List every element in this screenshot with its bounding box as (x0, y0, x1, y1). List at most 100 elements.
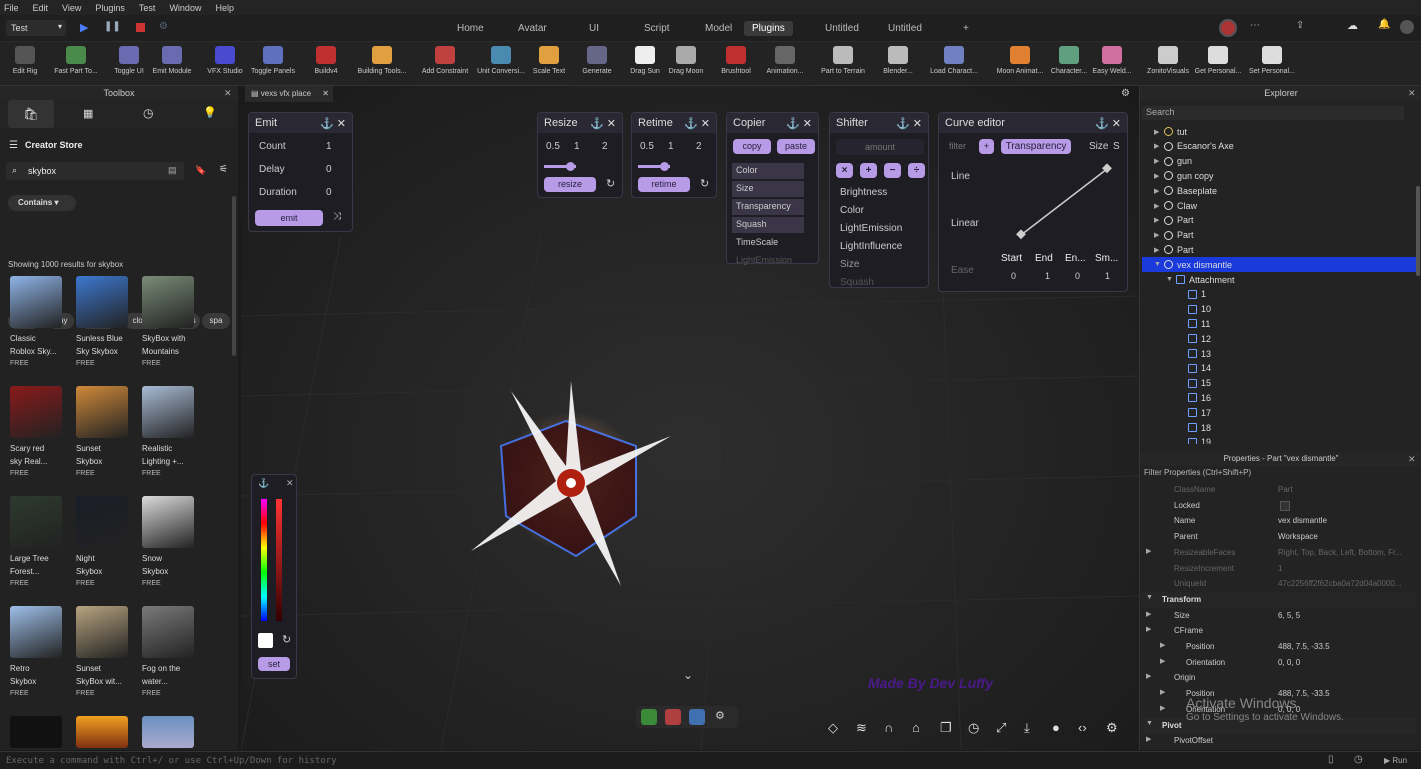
skybox-thumb[interactable] (10, 386, 62, 438)
copier-item[interactable]: LightEmission (732, 253, 804, 269)
tab-plugins[interactable]: Plugins (744, 21, 793, 36)
menu-item-help[interactable]: Help (215, 3, 234, 13)
tree-row[interactable]: ▶ Baseplate (1142, 183, 1416, 198)
curve-tab-s[interactable]: S (1113, 141, 1120, 152)
doc-tab[interactable]: ▤ vexs vfx place ✕ (245, 86, 333, 102)
tree-row[interactable]: ▶ gun copy (1142, 168, 1416, 183)
settings-icon[interactable]: ⚙ (159, 21, 168, 32)
prop-row[interactable]: UniqueId 47c2256ff2f62cba0a72d04a0000... (1142, 576, 1416, 592)
curve-type-linear[interactable]: Linear (951, 218, 979, 229)
prop-row[interactable]: ResizeIncrement 1 (1142, 561, 1416, 577)
menu-item-edit[interactable]: Edit (33, 3, 49, 13)
menu-item-plugins[interactable]: Plugins (95, 3, 125, 13)
prop-row[interactable]: ▶ CFrame (1142, 623, 1416, 639)
curve-col-value[interactable]: 1 (1045, 271, 1050, 281)
tree-row[interactable]: 13 (1142, 346, 1416, 361)
tree-row[interactable]: 14 (1142, 361, 1416, 376)
move-icon[interactable]: ◇ (828, 720, 838, 736)
download-icon[interactable]: ⤓ (1024, 720, 1030, 736)
skybox-label[interactable]: Snow Skybox (142, 552, 202, 578)
chevron-right-icon[interactable]: ▶ (1154, 231, 1164, 239)
prop-row[interactable]: ▶ Size 6, 5, 5 (1142, 608, 1416, 624)
ribbon-get-personal[interactable]: Get Personal... (1191, 46, 1245, 75)
tab-store-icon[interactable]: 🛍 (8, 100, 54, 128)
ribbon-blender[interactable]: Blender... (871, 46, 925, 75)
tree-row[interactable]: 12 (1142, 331, 1416, 346)
tree-row[interactable]: ▶ Part (1142, 242, 1416, 257)
skybox-thumb[interactable] (76, 716, 128, 748)
shifter-op-button[interactable]: ÷ (908, 163, 925, 178)
hue-bar[interactable] (261, 499, 267, 621)
tree-row[interactable]: ▶ Claw (1142, 198, 1416, 213)
skybox-label[interactable]: Scary red sky Real... (10, 442, 70, 468)
paste-button[interactable]: paste (777, 139, 815, 154)
prop-row[interactable]: ▶ Orientation 0, 0, 0 (1142, 655, 1416, 671)
avatar[interactable] (1219, 19, 1237, 37)
prop-value[interactable]: Workspace (1278, 532, 1318, 541)
skybox-thumb[interactable] (76, 276, 128, 328)
resize-value[interactable]: 1 (574, 141, 580, 152)
ribbon-add-constraint[interactable]: Add Constraint (418, 46, 472, 75)
retime-value[interactable]: 1 (668, 141, 674, 152)
shifter-item[interactable]: Brightness (840, 187, 887, 198)
menu-icon[interactable]: ☰ (9, 140, 18, 151)
color-swatch[interactable] (258, 633, 273, 648)
place-select[interactable]: Test ▾ (6, 20, 66, 36)
shifter-op-button[interactable]: + (860, 163, 877, 178)
ribbon-easy-weld[interactable]: Easy Weld... (1085, 46, 1139, 75)
resize-value[interactable]: 0.5 (546, 141, 560, 152)
shifter-item[interactable]: Squash (840, 277, 874, 288)
prop-row[interactable]: Name vex dismantle (1142, 513, 1416, 529)
ribbon-scale-text[interactable]: Scale Text (522, 46, 576, 75)
ribbon-part-to-terrain[interactable]: Part to Terrain (816, 46, 870, 75)
chevron-icon[interactable]: ▶ (1146, 735, 1151, 743)
gear-icon[interactable]: ⚙ (1106, 720, 1118, 736)
tree-row[interactable]: 1 (1142, 287, 1416, 302)
prop-row[interactable]: ▶ ResizeableFaces Right, Top, Back, Left, … (1142, 545, 1416, 561)
command-input[interactable]: Execute a command with Ctrl+/ or use Ctr… (6, 756, 337, 766)
retime-value[interactable]: 0.5 (640, 141, 654, 152)
checkbox[interactable] (1280, 500, 1290, 511)
chevron-right-icon[interactable]: ▼ (1154, 261, 1164, 268)
menu-item-window[interactable]: Window (169, 3, 201, 13)
resize-slider[interactable] (544, 162, 576, 171)
bell-icon[interactable]: 🔔 (1378, 19, 1390, 30)
set-button[interactable]: set (258, 657, 290, 671)
prop-row[interactable]: Locked (1142, 498, 1416, 514)
home-icon[interactable] (641, 709, 657, 725)
prop-row[interactable]: ▶ PivotOffset (1142, 733, 1416, 749)
tree-row[interactable]: 16 (1142, 390, 1416, 405)
history-icon[interactable]: ◷ (1354, 754, 1363, 765)
record-icon[interactable]: ● (1052, 720, 1060, 735)
bookmark-icon[interactable]: ▯ (1328, 754, 1334, 765)
chevron-icon[interactable]: ▶ (1160, 704, 1165, 712)
chevron-down-icon[interactable]: ⌄ (683, 668, 693, 682)
curve-col-value[interactable]: 0 (1011, 271, 1016, 281)
curve-col-value[interactable]: 1 (1105, 271, 1110, 281)
curve-type-line[interactable]: Line (951, 171, 970, 182)
scrollbar[interactable] (232, 196, 236, 356)
skybox-label[interactable]: Realistic Lighting +... (142, 442, 202, 468)
tab-model[interactable]: Model (697, 21, 740, 36)
gear-icon[interactable]: ⚙ (715, 709, 725, 722)
skybox-label[interactable]: Sunset Skybox (76, 442, 136, 468)
shifter-item[interactable]: Size (840, 259, 859, 270)
curve-graph[interactable] (1001, 157, 1125, 247)
tree-row[interactable]: ▶ Part (1142, 213, 1416, 228)
ribbon-fast-part-to[interactable]: Fast Part To... (49, 46, 103, 75)
tab-untitled[interactable]: Untitled (817, 21, 867, 36)
ribbon-unit-conversi[interactable]: Unit Conversi... (474, 46, 528, 75)
chevron-right-icon[interactable]: ▶ (1154, 216, 1164, 224)
prop-row[interactable]: Parent Workspace (1142, 529, 1416, 545)
chevron-icon[interactable]: ▶ (1146, 672, 1151, 680)
close-icon[interactable]: ✕ (322, 86, 329, 102)
chip-spa[interactable]: spa (202, 313, 230, 329)
skybox-label[interactable]: Night Skybox (76, 552, 136, 578)
prop-value[interactable]: Right, Top, Back, Left, Bottom, Fr... (1278, 548, 1402, 557)
menu-item-view[interactable]: View (62, 3, 81, 13)
bookmark-icon[interactable]: 🔖 (195, 165, 206, 176)
code-icon[interactable]: ‹› (1078, 720, 1087, 735)
ribbon-animation[interactable]: Animation... (758, 46, 812, 75)
ribbon-drag-moon[interactable]: Drag Moon (659, 46, 713, 75)
emit-button[interactable]: emit (255, 210, 323, 226)
